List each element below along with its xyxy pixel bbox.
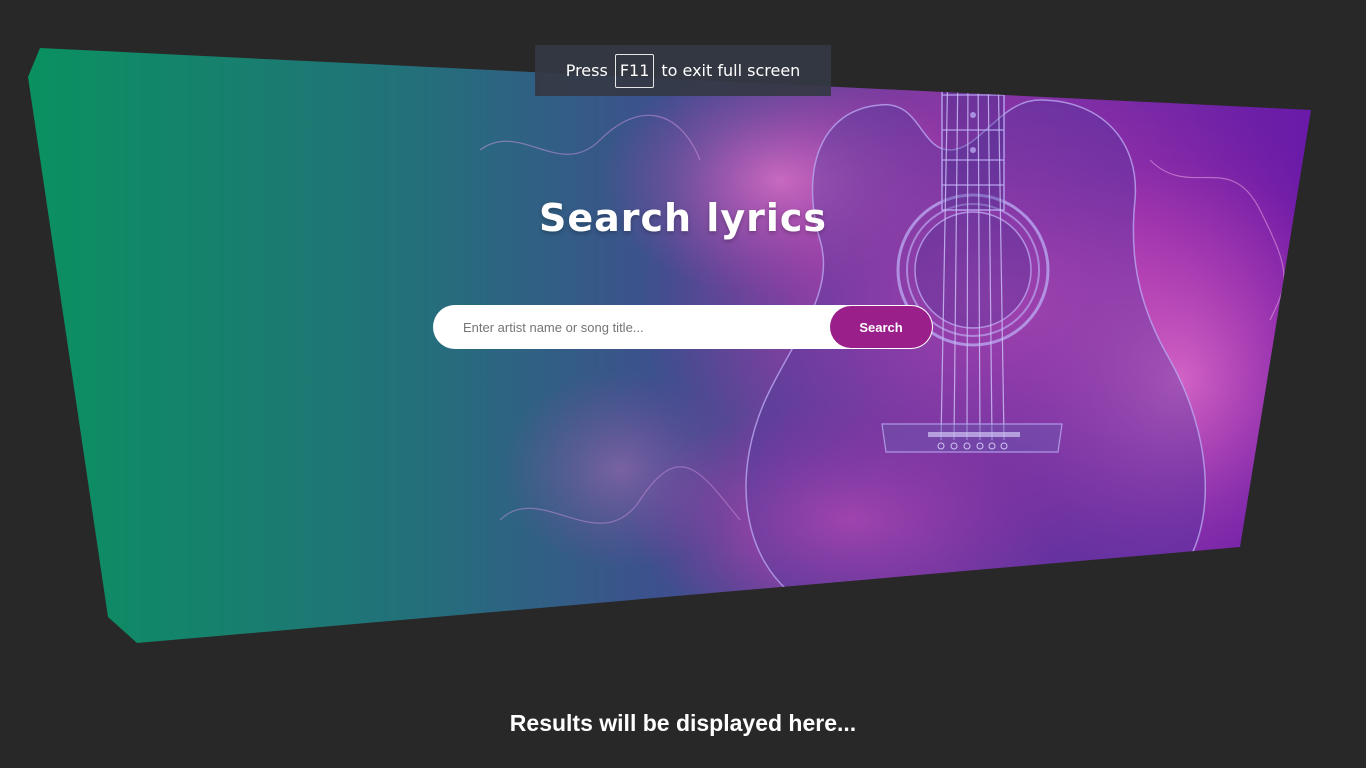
hero-background — [28, 48, 1311, 643]
fullscreen-notice-prefix: Press — [565, 61, 608, 80]
page-title: Search lyrics — [538, 196, 828, 240]
search-input[interactable] — [433, 305, 830, 349]
f11-key-label: F11 — [614, 53, 655, 88]
fullscreen-notice-suffix: to exit full screen — [661, 61, 801, 80]
search-form: Search — [433, 305, 933, 349]
hero-banner — [0, 0, 1366, 768]
fullscreen-notice: Press F11 to exit full screen — [535, 45, 831, 96]
search-button[interactable]: Search — [830, 306, 932, 348]
results-placeholder: Results will be displayed here... — [509, 710, 857, 736]
page: Press F11 to exit full screen Search lyr… — [0, 0, 1366, 768]
